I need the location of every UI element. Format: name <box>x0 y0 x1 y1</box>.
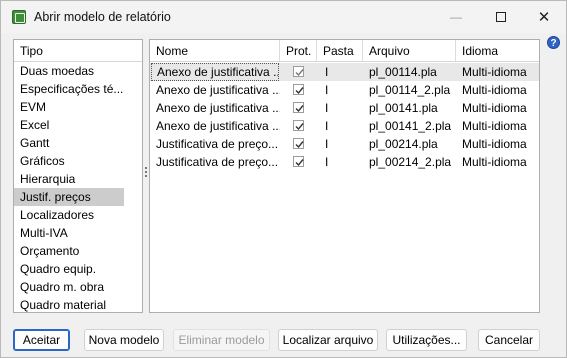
check-icon <box>295 105 304 113</box>
column-header-arquivo[interactable]: Arquivo <box>363 40 456 62</box>
type-list-item[interactable]: Quadro m. obra <box>14 278 124 296</box>
check-icon <box>295 159 304 167</box>
type-list-item[interactable]: Multi-IVA <box>14 224 124 242</box>
protected-checkbox[interactable] <box>293 138 304 149</box>
protected-checkbox[interactable] <box>293 84 304 95</box>
protected-checkbox[interactable] <box>293 66 304 77</box>
cell-pasta: I <box>325 101 329 115</box>
cell-arquivo: pl_00214_2.pla <box>369 155 452 169</box>
table-row[interactable]: Anexo de justificativa ... I pl_00141.pl… <box>150 99 539 117</box>
open-report-template-dialog: Abrir modelo de relatório — ✕ ? Tipo Dua… <box>0 0 567 358</box>
cell-idioma: Multi-idioma <box>462 65 527 79</box>
minimize-button[interactable]: — <box>434 1 478 33</box>
protected-checkbox[interactable] <box>293 156 304 167</box>
title-bar: Abrir modelo de relatório — ✕ <box>1 1 566 33</box>
new-model-button[interactable]: Nova modelo <box>84 329 164 351</box>
cell-arquivo: pl_00114.pla <box>369 65 437 79</box>
type-list-item[interactable]: Gantt <box>14 134 124 152</box>
locate-file-button[interactable]: Localizar arquivo <box>278 329 378 351</box>
grid-header: Nome Prot. Pasta Arquivo Idioma <box>150 40 539 62</box>
cell-pasta: I <box>325 65 329 79</box>
column-header-pasta[interactable]: Pasta <box>317 40 363 62</box>
type-list-item[interactable]: Especificações té... <box>14 80 124 98</box>
check-icon <box>295 123 304 131</box>
minimize-icon: — <box>450 10 462 24</box>
type-list-item[interactable]: EVM <box>14 98 124 116</box>
help-icon[interactable]: ? <box>547 36 560 49</box>
usages-button[interactable]: Utilizações... <box>386 329 467 351</box>
table-row[interactable]: Justificativa de preço... I pl_00214.pla… <box>150 135 539 153</box>
cell-nome: Justificativa de preço... <box>156 155 279 169</box>
check-icon <box>295 69 304 77</box>
table-row[interactable]: Justificativa de preço... I pl_00214_2.p… <box>150 153 539 171</box>
cell-nome: Anexo de justificativa ... <box>156 119 280 133</box>
cancel-button[interactable]: Cancelar <box>478 329 540 351</box>
type-list-item[interactable]: Quadro equip. <box>14 260 124 278</box>
type-list-item[interactable]: Gráficos <box>14 152 124 170</box>
column-header-nome[interactable]: Nome <box>150 40 280 62</box>
cell-arquivo: pl_00141_2.pla <box>369 119 452 133</box>
cell-pasta: I <box>325 137 329 151</box>
type-list-item[interactable]: Hierarquia <box>14 170 124 188</box>
table-row[interactable]: Anexo de justificativa ... I pl_00114_2.… <box>150 81 539 99</box>
type-list: Tipo Duas moedas Especificações té... EV… <box>13 39 143 313</box>
type-list-item[interactable]: Quadro material <box>14 296 124 312</box>
cell-idioma: Multi-idioma <box>462 137 527 151</box>
cell-pasta: I <box>325 83 329 97</box>
column-header-prot[interactable]: Prot. <box>280 40 317 62</box>
template-grid: Nome Prot. Pasta Arquivo Idioma Anexo de… <box>149 39 540 313</box>
type-list-item-selected[interactable]: Justif. preços <box>14 188 124 206</box>
cell-nome: Justificativa de preço... <box>156 137 279 151</box>
type-list-header[interactable]: Tipo <box>14 40 142 62</box>
type-list-item[interactable]: Orçamento <box>14 242 124 260</box>
check-icon <box>295 141 304 149</box>
report-template-icon <box>12 10 26 24</box>
cell-pasta: I <box>325 155 329 169</box>
type-list-item[interactable]: Duas moedas <box>14 62 124 80</box>
column-header-idioma[interactable]: Idioma <box>456 40 539 62</box>
close-icon: ✕ <box>537 9 551 26</box>
check-icon <box>295 87 304 95</box>
cell-arquivo: pl_00214.pla <box>369 137 438 151</box>
cell-idioma: Multi-idioma <box>462 119 527 133</box>
cell-idioma: Multi-idioma <box>462 101 527 115</box>
cell-idioma: Multi-idioma <box>462 83 527 97</box>
window-title: Abrir modelo de relatório <box>34 10 171 24</box>
table-row[interactable]: Anexo de justificativa ... I pl_00141_2.… <box>150 117 539 135</box>
cell-pasta: I <box>325 119 329 133</box>
type-list-item[interactable]: Localizadores <box>14 206 124 224</box>
cell-nome: Anexo de justificativa ... <box>156 83 280 97</box>
type-list-item[interactable]: Excel <box>14 116 124 134</box>
cell-idioma: Multi-idioma <box>462 155 527 169</box>
cell-arquivo: pl_00141.pla <box>369 101 438 115</box>
cell-nome: Anexo de justificativa ... <box>151 63 279 81</box>
table-row[interactable]: Anexo de justificativa ... I pl_00114.pl… <box>150 63 539 81</box>
accept-button[interactable]: Aceitar <box>13 329 70 351</box>
close-button[interactable]: ✕ <box>522 1 566 33</box>
maximize-icon <box>496 12 506 22</box>
panel-splitter[interactable] <box>145 167 148 181</box>
cell-arquivo: pl_00114_2.pla <box>369 83 451 97</box>
delete-model-button[interactable]: Eliminar modelo <box>173 329 270 351</box>
protected-checkbox[interactable] <box>293 102 304 113</box>
protected-checkbox[interactable] <box>293 120 304 131</box>
cell-nome: Anexo de justificativa ... <box>156 101 280 115</box>
maximize-button[interactable] <box>479 1 523 33</box>
